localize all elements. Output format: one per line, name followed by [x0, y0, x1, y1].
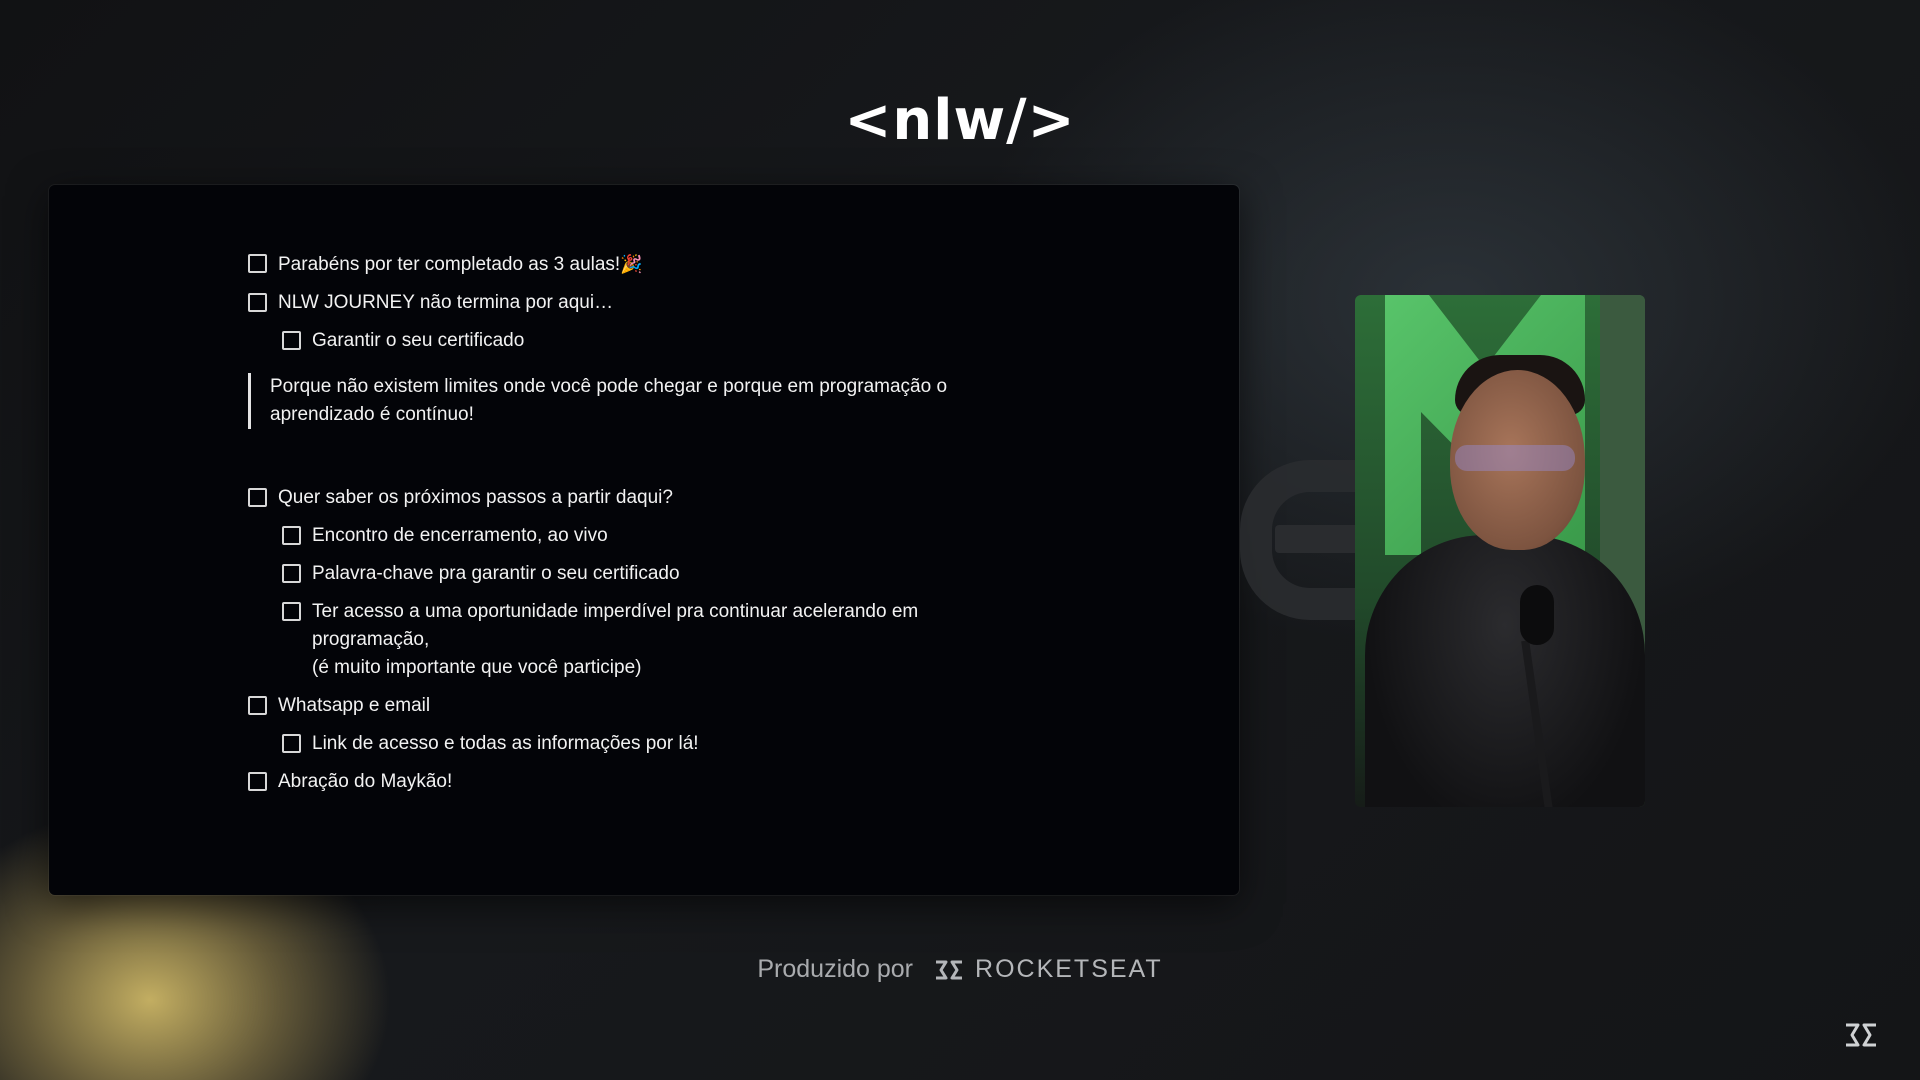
list-item: Parabéns por ter completado as 3 aulas!🎉 [248, 250, 1068, 279]
checkbox[interactable] [282, 564, 301, 583]
item-text: NLW JOURNEY não termina por aqui… [278, 292, 614, 313]
checkbox[interactable] [282, 602, 301, 621]
list-item: Link de acesso e todas as informações po… [248, 730, 1068, 758]
item-text: Garantir o seu certificado [312, 330, 525, 351]
item-text: Link de acesso e todas as informações po… [312, 733, 699, 754]
item-text: Parabéns por ter completado as 3 aulas! [278, 254, 621, 275]
list-item: Garantir o seu certificado [248, 327, 1068, 355]
brand-name: ROCKETSEAT [975, 955, 1163, 983]
rocketseat-icon [936, 960, 963, 979]
list-item: Palavra-chave pra garantir o seu certifi… [248, 560, 1068, 588]
footer-credit: Produzido por ROCKETSEAT [0, 955, 1920, 984]
checkbox[interactable] [282, 331, 301, 350]
rocketseat-brand: ROCKETSEAT [933, 955, 1163, 984]
webcam-feed [1355, 295, 1645, 807]
presentation-slide: Parabéns por ter completado as 3 aulas!🎉… [49, 185, 1239, 895]
checkbox[interactable] [248, 254, 267, 273]
presenter-glasses [1455, 445, 1575, 471]
item-subtext: (é muito importante que você participe) [312, 657, 642, 678]
presenter-body [1365, 535, 1645, 807]
item-text: Whatsapp e email [278, 695, 431, 716]
list-item: Whatsapp e email [248, 692, 1068, 720]
list-item: Encontro de encerramento, ao vivo [248, 522, 1068, 550]
produced-by-label: Produzido por [757, 955, 914, 983]
microphone [1520, 585, 1554, 645]
item-text: Ter acesso a uma oportunidade imperdível… [312, 601, 919, 650]
list-item: Abração do Maykão! [248, 768, 1068, 796]
party-popper-icon: 🎉 [620, 254, 643, 274]
list-item: Ter acesso a uma oportunidade imperdível… [248, 598, 1068, 682]
checkbox[interactable] [248, 293, 267, 312]
checkbox[interactable] [282, 734, 301, 753]
rocketseat-icon [1846, 1023, 1876, 1047]
checkbox[interactable] [248, 488, 267, 507]
item-text: Abração do Maykão! [278, 771, 453, 792]
item-text: Quer saber os próximos passos a partir d… [278, 487, 673, 508]
checklist: Parabéns por ter completado as 3 aulas!🎉… [248, 250, 1068, 796]
checkbox[interactable] [248, 696, 267, 715]
item-text: Palavra-chave pra garantir o seu certifi… [312, 563, 680, 584]
checkbox[interactable] [282, 526, 301, 545]
callout-quote: Porque não existem limites onde você pod… [248, 373, 1008, 429]
nlw-logo: <nlw/> [844, 88, 1076, 153]
item-text: Encontro de encerramento, ao vivo [312, 525, 608, 546]
checkbox[interactable] [248, 772, 267, 791]
list-item: Quer saber os próximos passos a partir d… [248, 484, 1068, 512]
list-item: NLW JOURNEY não termina por aqui… [248, 289, 1068, 317]
